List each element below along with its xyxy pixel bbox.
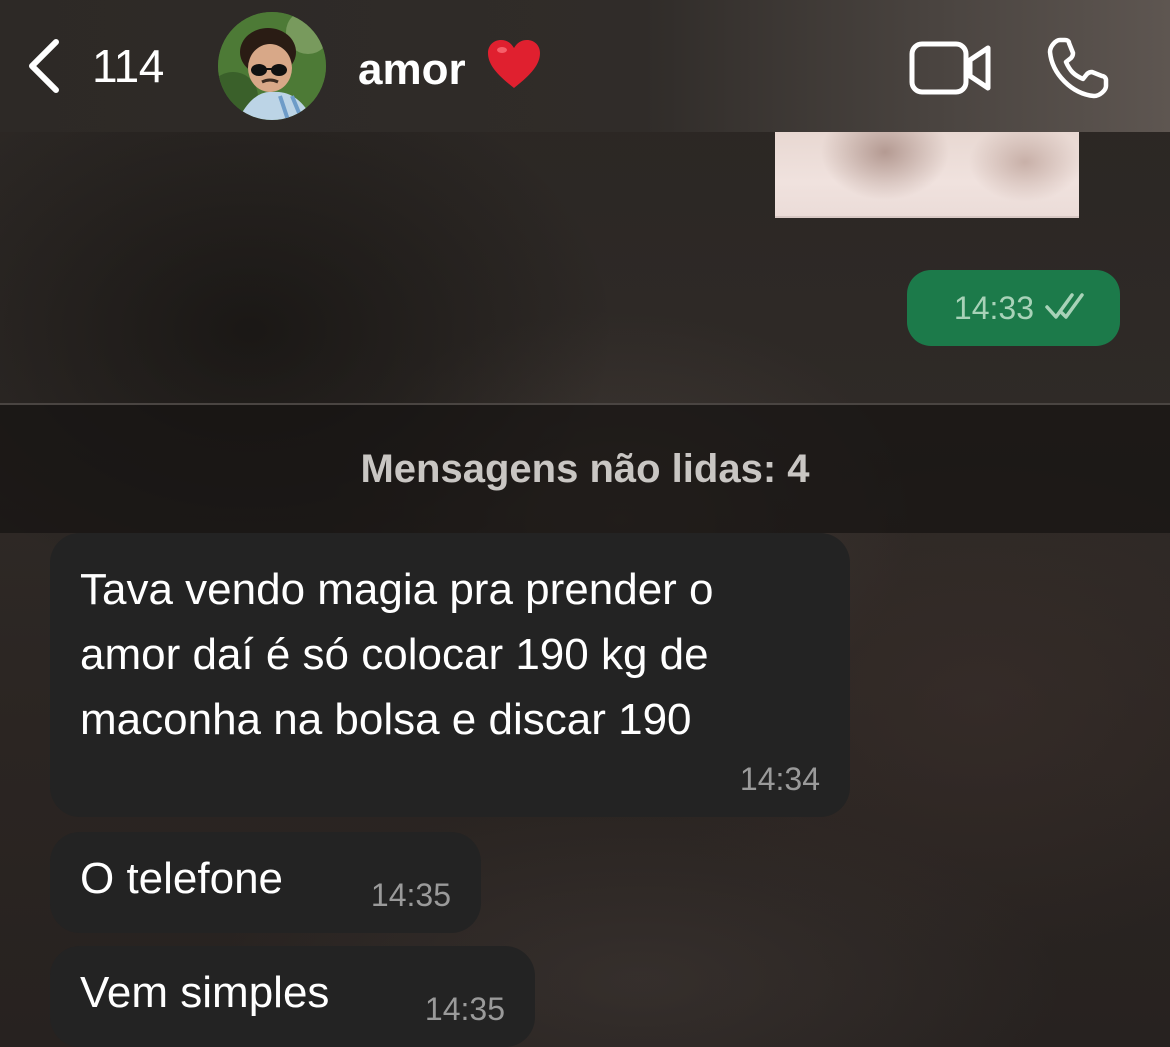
unread-divider: Mensagens não lidas: 4 [0, 403, 1170, 533]
incoming-message[interactable]: Tava vendo magia pra prender o amor daí … [50, 533, 850, 817]
incoming-message[interactable]: Vem simples 14:35 [50, 946, 535, 1047]
chevron-left-icon [24, 36, 64, 96]
message-time: 14:33 [953, 289, 1034, 326]
image-message[interactable] [775, 132, 1079, 218]
message-text: Vem simples [80, 968, 330, 1017]
video-camera-icon [908, 41, 992, 100]
heart-icon [486, 38, 542, 101]
voice-call-button[interactable] [1046, 36, 1112, 105]
message-line: amor daí é só colocar 190 kg de [80, 630, 709, 679]
phone-icon [1046, 37, 1112, 104]
message-text: O telefone [80, 854, 284, 903]
message-time: 14:35 [370, 877, 451, 913]
double-check-icon [1044, 291, 1092, 326]
avatar[interactable] [218, 12, 326, 120]
unread-label: Mensagens não lidas: 4 [360, 446, 810, 491]
message-text: Tava vendo magia pra prender o amor daí … [80, 557, 820, 752]
unread-chats-count: 114 [92, 40, 164, 92]
incoming-message[interactable]: O telefone 14:35 [50, 832, 481, 933]
message-line: Tava vendo magia pra prender o [80, 565, 714, 614]
message-time: 14:34 [739, 761, 820, 797]
video-call-button[interactable] [908, 40, 992, 101]
outgoing-message[interactable]: 14:33 [907, 270, 1120, 346]
message-line: maconha na bolsa e discar 190 [80, 695, 692, 744]
back-button[interactable]: 114 [24, 36, 164, 96]
chat-header: 114 amor [0, 0, 1170, 132]
contact-name-label: amor [358, 44, 466, 94]
message-time: 14:35 [424, 991, 505, 1027]
contact-name[interactable]: amor [358, 38, 542, 101]
